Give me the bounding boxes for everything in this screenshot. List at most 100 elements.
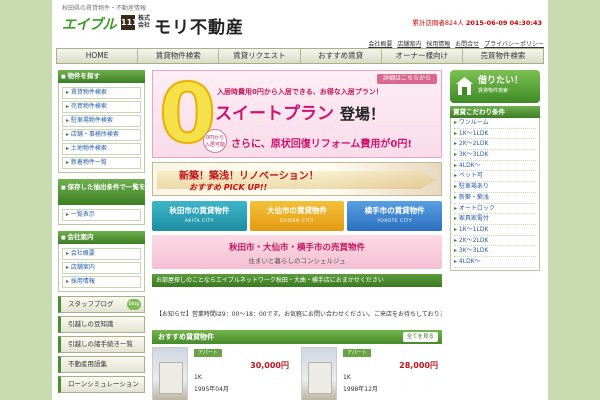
condition-item[interactable]: オートロック bbox=[454, 204, 536, 215]
nav-sale-search[interactable]: 売買物件検索 bbox=[463, 49, 543, 63]
blog-badge-icon: blog bbox=[127, 299, 141, 310]
property-price: 30,000円 bbox=[250, 361, 289, 370]
condition-item[interactable]: 1K〜1LDK bbox=[454, 225, 536, 236]
nav-recommended[interactable]: おすすめ賃貸 bbox=[301, 49, 382, 63]
condition-item[interactable]: 新築・築浅 bbox=[454, 193, 536, 204]
sidebar-item-saved-list[interactable]: 一覧表示 bbox=[62, 209, 141, 221]
sweet-plan-banner[interactable]: 0 0円から入居可能 詳細はこちらから 入居時費用0円から入居できる、お得な入居… bbox=[152, 70, 442, 158]
condition-item[interactable]: 駐車場あり bbox=[454, 182, 536, 193]
sidebar-item-recruit[interactable]: 採用情報 bbox=[62, 276, 141, 288]
sidebar-item-rental[interactable]: 賃貸物件検索 bbox=[62, 87, 141, 99]
staff-blog-button[interactable]: スタッフブログ blog bbox=[58, 296, 145, 313]
company-type-label: 株式会社 bbox=[138, 15, 151, 29]
sweet-plan-bottom-em: 原状回復リフォーム費用が0円! bbox=[270, 139, 412, 150]
condition-item[interactable]: 2K〜2LDK bbox=[454, 236, 536, 247]
condition-item[interactable]: 3K〜3LDK bbox=[454, 150, 536, 161]
sweet-plan-detail-button[interactable]: 詳細はこちらから bbox=[376, 74, 437, 84]
header-link[interactable]: 会社概要 bbox=[368, 41, 392, 48]
glossary-button[interactable]: 不動産用語集 bbox=[58, 356, 145, 373]
property-info: アパート 28,000円 1K 1998年12月 bbox=[337, 347, 442, 400]
sidebar-buttons: スタッフブログ blog 引越しの豆知識 引越しの諸手続き一覧 不動産用語集 ロ… bbox=[58, 296, 145, 393]
site-tagline: 秋田県の賃貸物件・不動産情報 bbox=[62, 5, 147, 12]
nav-home[interactable]: HOME bbox=[57, 49, 139, 63]
property-card[interactable]: アパート 28,000円 1K 1998年12月 bbox=[301, 347, 442, 400]
company-box-heading: 会社案内 bbox=[58, 231, 145, 244]
sidebar-item-stores[interactable]: 店舗案内 bbox=[62, 262, 141, 274]
yokote-rental-button[interactable]: 横手市の賃貸物件 YOKOTE CITY bbox=[347, 201, 443, 231]
daisen-rental-button[interactable]: 大仙市の賃貸物件 DAISEN CITY bbox=[249, 201, 345, 231]
condition-item[interactable]: ワンルーム bbox=[454, 118, 536, 129]
house-key-icon bbox=[456, 77, 473, 95]
sidebar-item-land[interactable]: 土地物件検索 bbox=[62, 143, 141, 155]
property-type-badge: アパート bbox=[194, 349, 222, 357]
property-info: アパート 30,000円 1K 1995年04月 bbox=[188, 347, 293, 400]
sidebar-item-office[interactable]: 店舗・事務所検索 bbox=[62, 129, 141, 141]
view-all-button[interactable]: 全てを見る bbox=[402, 332, 438, 342]
property-layout: 1K bbox=[194, 374, 202, 381]
nav-rental-search[interactable]: 賃貸物件検索 bbox=[138, 49, 220, 63]
notice-text: 【お知らせ】営業時間は9：00〜18：00です。お気軽にお問い合わせください。ご… bbox=[156, 311, 442, 318]
renovation-banner[interactable]: 新築！築浅！リノベーション！ おすすめ PICK UP!! bbox=[152, 162, 442, 196]
renovation-subtitle: おすすめ PICK UP!! bbox=[189, 183, 268, 192]
condition-item[interactable]: 家具家電付 bbox=[454, 214, 536, 225]
saved-conditions-heading: 保存した抽出条件で一覧を表示 bbox=[58, 179, 158, 205]
visitor-counter: 累計訪問者824人 2015-06-09 04:30:43 bbox=[412, 17, 542, 27]
sidebar-item-new[interactable]: 新着物件一覧 bbox=[62, 157, 141, 169]
conditions-list: ワンルーム 1K〜1LDK 2K〜2LDK 3K〜3LDK 4LDK〜 ペット可… bbox=[450, 118, 540, 271]
property-built: 1995年04月 bbox=[194, 386, 229, 393]
zero-yen-badge: 0円から入居可能 bbox=[203, 129, 227, 153]
property-price: 28,000円 bbox=[399, 361, 438, 370]
condition-item[interactable]: 4LDK〜 bbox=[454, 161, 536, 172]
moving-procedures-button[interactable]: 引越しの諸手続き一覧 bbox=[58, 336, 145, 353]
header-link[interactable]: 店舗案内 bbox=[397, 41, 421, 48]
condition-item[interactable]: 1K〜1LDK bbox=[454, 129, 536, 140]
search-box-heading: 物件を探す bbox=[58, 70, 145, 83]
conditions-heading: 賃貸こだわり条件 bbox=[450, 106, 540, 118]
loan-simulation-button[interactable]: ローンシミュレーション bbox=[58, 376, 145, 393]
sweet-plan-bottom-lead: さらに、 bbox=[231, 139, 271, 150]
sidebar-item-sale[interactable]: 売買物件検索 bbox=[62, 101, 141, 113]
city-name: 大仙市の賃貸物件 bbox=[267, 206, 327, 215]
sidebar-item-parking[interactable]: 駐車場物件検索 bbox=[62, 115, 141, 127]
property-photo[interactable] bbox=[152, 347, 188, 400]
sweet-plan-launch: 登場！ bbox=[339, 105, 385, 123]
company-mark-icon: 111 bbox=[121, 15, 138, 30]
moving-tips-button[interactable]: 引越しの豆知識 bbox=[58, 316, 145, 333]
able-logo[interactable]: エイブル bbox=[62, 14, 117, 34]
sale-properties-banner[interactable]: 秋田市・大仙市・横手市の売買物件 住まいと暮らしのコンシェルジュ bbox=[152, 235, 442, 269]
property-card[interactable]: アパート 30,000円 1K 1995年04月 bbox=[152, 347, 293, 400]
header-links: 会社概要 店舗案内 採用情報 お問合せ プライバシーポリシー bbox=[365, 39, 544, 48]
sweet-plan-subtitle: 入居時費用0円から入居できる、お得な入居プラン！ bbox=[217, 88, 383, 96]
sweet-plan-title: スイートプラン 登場！ bbox=[215, 99, 385, 124]
header-link[interactable]: お問合せ bbox=[455, 41, 479, 48]
rental-search-subtitle: 賃貸物件検索 bbox=[478, 88, 509, 94]
right-sidebar: 借りたい！ 賃貸物件検索 賃貸こだわり条件 ワンルーム 1K〜1LDK 2K〜2… bbox=[450, 70, 540, 271]
city-name: 横手市の賃貸物件 bbox=[364, 206, 425, 215]
company-logo[interactable]: モリ不動産 bbox=[154, 13, 244, 38]
sweet-plan-bottom: さらに、原状回復リフォーム費用が0円! bbox=[231, 135, 412, 150]
left-sidebar: 物件を探す 賃貸物件検索 売買物件検索 駐車場物件検索 店舗・事務所検索 土地物… bbox=[58, 70, 158, 393]
recommend-title: おすすめ賃貸物件 bbox=[158, 333, 214, 341]
sale-banner-title: 秋田市・大仙市・横手市の売買物件 bbox=[228, 243, 365, 253]
marquee-bar: お部屋探しのことならエイブルネットワーク秋田・大曲・横手店におまかせください bbox=[152, 274, 442, 287]
saved-conditions-menu: 一覧表示 bbox=[58, 205, 145, 225]
sidebar-item-company[interactable]: 会社概要 bbox=[62, 248, 141, 260]
nav-rental-request[interactable]: 賃貸リクエスト bbox=[219, 49, 301, 63]
condition-item[interactable]: ペット可 bbox=[454, 171, 536, 183]
akita-rental-button[interactable]: 秋田市の賃貸物件 AKITA CITY bbox=[152, 201, 247, 231]
recommend-heading: おすすめ賃貸物件 全てを見る bbox=[152, 330, 442, 344]
page: 秋田県の賃貸物件・不動産情報 エイブル 111 株式会社 モリ不動産 累計訪問者… bbox=[52, 0, 548, 400]
condition-item[interactable]: 4LDK〜 bbox=[454, 257, 536, 268]
counter-time: 2015-06-09 04:30:43 bbox=[465, 19, 542, 27]
rental-search-banner[interactable]: 借りたい！ 賃貸物件検索 bbox=[450, 70, 540, 103]
header-link[interactable]: プライバシーポリシー bbox=[484, 41, 544, 48]
property-layout: 1K bbox=[343, 374, 351, 381]
property-photo[interactable] bbox=[301, 347, 337, 400]
company-menu: 会社概要 店舗案内 採用情報 bbox=[58, 244, 145, 292]
nav-owners[interactable]: オーナー様向け bbox=[382, 49, 463, 63]
city-buttons: 秋田市の賃貸物件 AKITA CITY 大仙市の賃貸物件 DAISEN CITY… bbox=[152, 201, 443, 231]
condition-item[interactable]: 2K〜2LDK bbox=[454, 139, 536, 151]
header-link[interactable]: 採用情報 bbox=[426, 41, 450, 48]
condition-item[interactable]: 3K〜3LDK bbox=[454, 246, 536, 257]
property-built: 1998年12月 bbox=[343, 386, 378, 393]
